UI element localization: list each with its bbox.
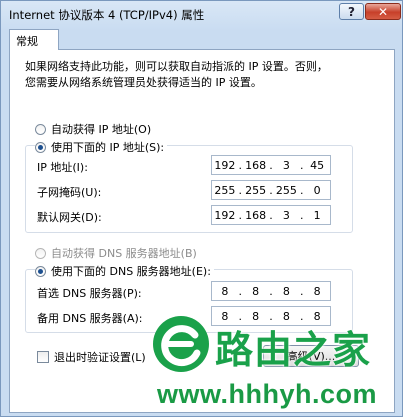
manual-ip-radio-row[interactable]: 使用下面的 IP 地址(S): <box>35 139 168 155</box>
manual-dns-radio[interactable] <box>35 265 46 277</box>
help-button[interactable]: ? <box>339 3 364 20</box>
ip-address-input[interactable]: 192. 168. 3. 45 <box>211 155 331 175</box>
validate-checkbox[interactable] <box>37 351 49 363</box>
mask-octet: 255 <box>245 183 267 197</box>
gateway-octet: 3 <box>282 208 290 222</box>
auto-dns-radio[interactable] <box>35 247 46 259</box>
watermark-brand: 路由之家 <box>215 328 372 372</box>
manual-ip-radio[interactable] <box>35 141 46 153</box>
alternate-dns-label: 备用 DNS 服务器(A): <box>37 312 143 325</box>
window-title: Internet 协议版本 4 (TCP/IPv4) 属性 <box>9 8 205 22</box>
ip-octet: 192 <box>214 158 236 172</box>
manual-ip-label: 使用下面的 IP 地址(S): <box>51 141 165 154</box>
watermark-logo-icon <box>153 316 209 372</box>
subnet-mask-input[interactable]: 255. 255. 255. 0 <box>211 180 331 200</box>
dns-octet: 8 <box>282 284 290 298</box>
title-bar[interactable]: Internet 协议版本 4 (TCP/IPv4) 属性 ? ✕ <box>1 1 402 27</box>
preferred-dns-label: 首选 DNS 服务器(P): <box>37 287 142 300</box>
description-line-1: 如果网络支持此功能，则可以获取自动指派的 IP 设置。否则， <box>25 60 328 73</box>
gateway-octet: 1 <box>313 208 321 222</box>
mask-octet: 0 <box>313 183 321 197</box>
gateway-octet: 192 <box>214 208 236 222</box>
tab-general[interactable]: 常规 <box>9 29 59 50</box>
preferred-dns-input[interactable]: 8. 8. 8. 8 <box>211 281 331 301</box>
ip-octet: 3 <box>282 158 290 172</box>
ip-address-label: IP 地址(I): <box>37 161 88 174</box>
manual-dns-radio-row[interactable]: 使用下面的 DNS 服务器地址(E): <box>35 263 214 279</box>
dns-octet: 8 <box>221 284 229 298</box>
manual-dns-label: 使用下面的 DNS 服务器地址(E): <box>51 265 211 278</box>
close-button[interactable]: ✕ <box>365 3 401 20</box>
description-line-2: 您需要从网络系统管理员处获得适当的 IP 设置。 <box>25 76 262 89</box>
validate-checkbox-row[interactable]: 退出时验证设置(L) <box>37 349 146 365</box>
auto-ip-radio-row[interactable]: 自动获得 IP 地址(O) <box>35 121 151 137</box>
dns-octet: 8 <box>313 284 321 298</box>
watermark-url: www.hhhyh.com <box>157 379 378 409</box>
mask-octet: 255 <box>214 183 236 197</box>
dns-octet: 8 <box>252 284 260 298</box>
description-text: 如果网络支持此功能，则可以获取自动指派的 IP 设置。否则， 您需要从网络系统管… <box>25 59 365 91</box>
auto-dns-label: 自动获得 DNS 服务器地址(B) <box>51 247 197 260</box>
auto-ip-radio[interactable] <box>35 123 46 135</box>
validate-label: 退出时验证设置(L) <box>54 351 146 364</box>
ip-octet: 168 <box>245 158 267 172</box>
mask-octet: 255 <box>275 183 297 197</box>
auto-dns-radio-row[interactable]: 自动获得 DNS 服务器地址(B) <box>35 245 197 261</box>
gateway-octet: 168 <box>245 208 267 222</box>
default-gateway-input[interactable]: 192. 168. 3. 1 <box>211 205 331 225</box>
subnet-mask-label: 子网掩码(U): <box>37 186 102 199</box>
ip-octet: 45 <box>310 158 325 172</box>
properties-dialog: Internet 协议版本 4 (TCP/IPv4) 属性 ? ✕ 常规 如果网… <box>0 0 403 417</box>
auto-ip-label: 自动获得 IP 地址(O) <box>51 123 152 136</box>
default-gateway-label: 默认网关(D): <box>37 211 102 224</box>
